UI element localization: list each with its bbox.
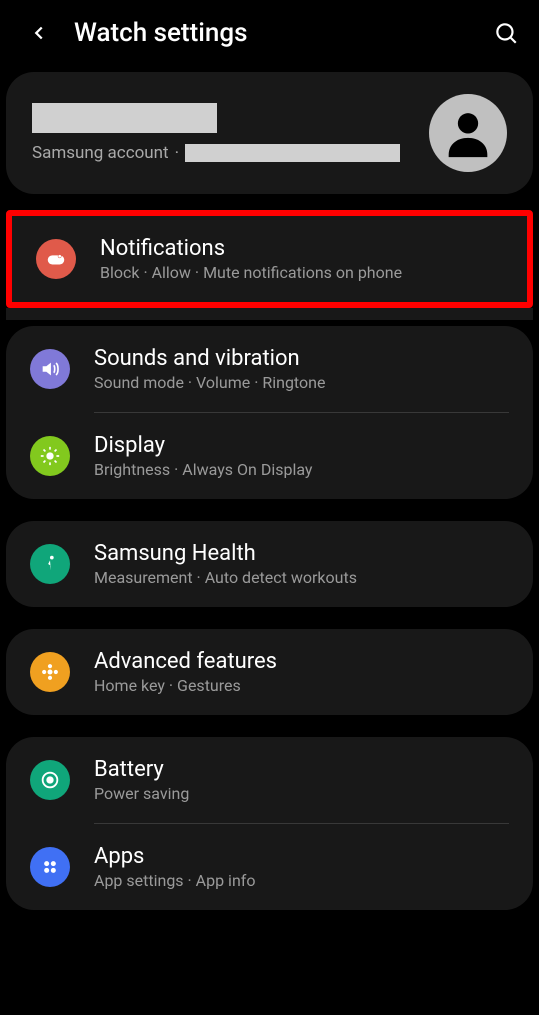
sounds-icon <box>30 349 70 389</box>
page-title: Watch settings <box>74 18 469 48</box>
battery-circle-icon <box>39 769 61 791</box>
search-button[interactable] <box>493 20 519 46</box>
advanced-icon <box>30 652 70 692</box>
account-info: Samsung account · <box>32 103 429 163</box>
health-icon <box>30 544 70 584</box>
settings-group-1: Sounds and vibration Sound mode · Volume… <box>6 326 533 499</box>
highlight-notifications: Notifications Block · Allow · Mute notif… <box>6 210 533 308</box>
apps-icon <box>30 847 70 887</box>
battery-icon <box>30 760 70 800</box>
settings-item-display[interactable]: Display Brightness · Always On Display <box>6 413 533 499</box>
item-sub: Power saving <box>94 784 509 803</box>
item-title: Apps <box>94 844 509 869</box>
display-icon <box>30 436 70 476</box>
item-sub: Home key · Gestures <box>94 676 509 695</box>
settings-item-battery[interactable]: Battery Power saving <box>6 737 533 823</box>
item-sub: Measurement · Auto detect workouts <box>94 568 509 587</box>
back-button[interactable] <box>28 22 50 44</box>
item-title: Sounds and vibration <box>94 346 509 371</box>
notifications-icon <box>36 239 76 279</box>
settings-group-3: Advanced features Home key · Gestures <box>6 629 533 715</box>
settings-group-4: Battery Power saving Apps App settings ·… <box>6 737 533 910</box>
account-label: Samsung account <box>32 143 169 163</box>
settings-item-advanced[interactable]: Advanced features Home key · Gestures <box>6 629 533 715</box>
settings-item-notifications[interactable]: Notifications Block · Allow · Mute notif… <box>12 216 527 302</box>
person-icon <box>439 104 497 162</box>
grid-icon <box>40 857 60 877</box>
settings-item-health[interactable]: Samsung Health Measurement · Auto detect… <box>6 521 533 607</box>
avatar <box>429 94 507 172</box>
item-title: Display <box>94 433 509 458</box>
runner-icon <box>39 553 61 575</box>
settings-group-2: Samsung Health Measurement · Auto detect… <box>6 521 533 607</box>
item-title: Battery <box>94 757 509 782</box>
item-sub: Brightness · Always On Display <box>94 460 509 479</box>
sun-icon <box>39 445 61 467</box>
flower-icon <box>40 662 60 682</box>
item-sub: App settings · App info <box>94 871 509 890</box>
search-icon <box>493 20 519 46</box>
item-title: Notifications <box>100 236 503 261</box>
account-card[interactable]: Samsung account · <box>6 72 533 194</box>
back-icon <box>28 22 50 44</box>
switch-icon <box>45 248 67 270</box>
item-title: Samsung Health <box>94 541 509 566</box>
item-title: Advanced features <box>94 649 509 674</box>
account-name-redacted <box>32 103 217 133</box>
account-email-redacted <box>185 144 400 162</box>
account-separator: · <box>175 143 179 163</box>
header: Watch settings <box>0 0 539 66</box>
item-sub: Sound mode · Volume · Ringtone <box>94 373 509 392</box>
item-sub: Block · Allow · Mute notifications on ph… <box>100 263 503 282</box>
settings-item-apps[interactable]: Apps App settings · App info <box>6 824 533 910</box>
volume-icon <box>39 358 61 380</box>
settings-item-sounds[interactable]: Sounds and vibration Sound mode · Volume… <box>6 326 533 412</box>
